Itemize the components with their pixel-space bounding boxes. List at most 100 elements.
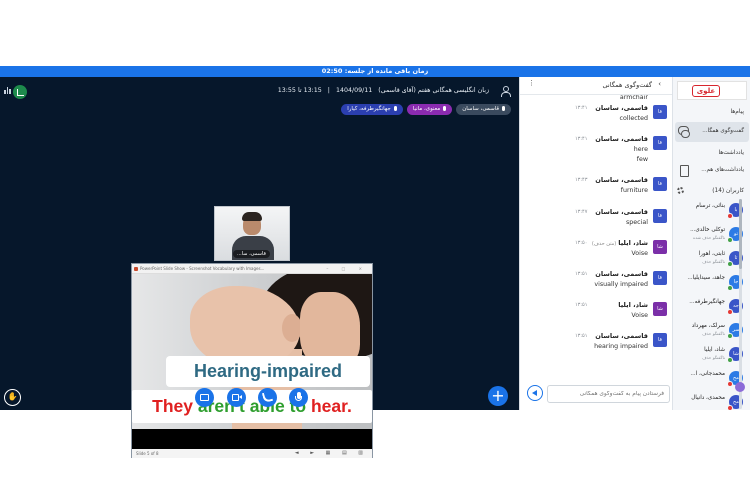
sidebar-item-shared-notes[interactable]: یادداشت‌های هم... [675,161,749,181]
chat-message: قا قاسمی، ساسان ۱۳:۵۱ hearing impaired [527,332,667,362]
chat-message: قا قاسمی، ساسان ۱۳:۴۷ special [527,208,667,238]
sidebar-item-public-chat[interactable]: گفت‌وگوی همگا... [675,122,749,142]
message-text: armchair [619,95,648,101]
slide-heading: Hearing-impaired [193,361,343,381]
chevron-left-icon[interactable]: ‹ [658,80,661,88]
actions-plus-button[interactable]: + [488,386,508,406]
slide-sentence: They aren't able to hear. [152,396,352,416]
session-timer: زمان باقی مانده از جلسه: 02:50 [0,66,750,77]
chat-input[interactable] [547,385,670,403]
user-status: ناگفتگو حذف [702,355,725,360]
slide-heading-box: Hearing-impaired [166,356,370,387]
window-controls[interactable]: – □ × [326,264,368,273]
status-dot [727,333,733,339]
note-icon [678,165,689,177]
chat-message: قا قاسمی، ساسان ۱۳:۵۱ visually impaired [527,270,667,300]
chat-messages[interactable]: armchair قا قاسمی، ساسان ۱۳:۴۱ collected قا قا… [520,95,673,381]
message-time: ۱۳:۴۷ [575,209,588,215]
session-title: زبان انگلیسی همگانی هفتم (آقای قاسمی) [378,87,489,94]
mic-icon [443,105,447,111]
user-name: ثابتی، اهورا [698,251,725,257]
webcam-video[interactable]: قاسمی، سا... [214,206,290,261]
message-author: شاد، ایلیا [618,301,648,309]
audio-button[interactable] [258,388,277,407]
monitor-icon [200,394,209,401]
message-text: Voise [631,312,648,319]
messages-section-title: پیام‌ها [730,109,744,115]
share-screen-button[interactable] [195,388,214,407]
avatar[interactable]: قا [653,177,667,191]
avatar[interactable]: قا [653,271,667,285]
message-time: ۱۳:۵۱ [575,333,588,339]
user-status: ناگفتگو حذف [702,259,725,264]
slide-sentence-box: They aren't able to hear. [132,390,372,423]
status-dot [727,309,733,315]
user-list-scrollbar[interactable] [739,199,742,409]
avatar[interactable]: قا [653,136,667,150]
user-name: محمدی، دانیال [691,395,725,401]
message-time: ۱۳:۵۰ [575,240,588,246]
presentation-slide[interactable]: PowerPoint Slide Show - Screenshot Vocab… [131,263,373,458]
avatar[interactable]: شا [653,240,667,254]
message-author: قاسمی، ساسان [595,176,648,184]
message-author: قاسمی، ساسان [595,270,648,278]
message-author: شاد، ایلیا(متن حذف) [591,239,648,247]
app-badge [735,382,745,392]
talker-chip[interactable]: جهانگیرطرفه، کیارا [341,104,403,115]
status-dot [727,237,733,243]
send-button[interactable] [527,385,543,401]
status-dot [727,405,733,410]
chat-composer [520,385,673,410]
slide-nav-controls[interactable]: ◄ ► ▦ ▤ ▥ [295,449,368,458]
avatar[interactable]: قا [653,209,667,223]
avatar[interactable]: شا [653,302,667,316]
message-text: furniture [620,187,648,194]
connection-stats-button[interactable] [13,85,27,99]
user-name: بنائی، ترسام [695,203,725,209]
user-list-item[interactable]: جا جاهد، سیدایلیا... [675,273,749,295]
chat-message: قا قاسمی، ساسان ۱۳:۴۱ collected [527,104,667,134]
plus-icon: + [491,386,505,405]
chat-message: قا قاسمی، ساسان ۱۳:۴۳ furniture [527,176,667,206]
user-list-item[interactable]: تو توکلی خالدی... ناگفتگو حذف شده [675,225,749,247]
message-text: collected [619,115,649,122]
user-list-item[interactable]: سر سرلک، مهرداد ناگفتگو حذف [675,321,749,343]
session-info: زبان انگلیسی همگانی هفتم (آقای قاسمی) 14… [276,87,491,94]
gear-icon[interactable] [677,187,684,194]
kebab-menu-icon[interactable]: ⋮ [528,80,535,87]
avatar[interactable]: قا [653,105,667,119]
brand-logo: علوی [677,81,747,100]
slide-window-bar: PowerPoint Slide Show - Screenshot Vocab… [132,264,372,274]
message-text: Voise [631,250,648,257]
user-list-item[interactable]: ثا ثابتی، اهورا ناگفتگو حذف [675,249,749,271]
kebab-menu-icon[interactable] [4,86,11,94]
user-status: ناگفتگو حذف [702,331,725,336]
status-dot [727,357,733,363]
slide-photo: Hearing-impaired They aren't able to hea… [132,274,372,429]
user-icon[interactable] [500,86,511,97]
message-author: قاسمی، ساسان [595,104,648,112]
user-name: محمدجانی، ا... [690,371,725,377]
message-time: ۱۳:۴۱ [575,136,588,142]
talker-chip[interactable]: معنوی، مانیا [406,104,453,115]
microphone-button[interactable] [289,388,308,407]
raise-hand-button[interactable]: ✋ [4,389,21,406]
users-section-title: کاربران (14) [712,188,744,194]
avatar[interactable]: قا [653,333,667,347]
message-text: visually impaired [594,281,648,288]
chat-message: قا قاسمی، ساسان ۱۳:۴۱ here few [527,135,667,165]
user-list-item[interactable]: جه جهانگیرطرفه... [675,297,749,319]
user-list-item[interactable]: با بنائی، ترسام [675,201,749,223]
message-author: قاسمی، ساسان [595,332,648,340]
user-list-item[interactable]: شا شاد، ایلیا ناگفتگو حذف [675,345,749,367]
notes-section-title: یادداشت‌ها [718,150,744,156]
user-name: سرلک، مهرداد [691,323,725,329]
status-dot [727,381,733,387]
status-dot [727,261,733,267]
talker-chip[interactable]: قاسمی، ساسان [456,104,511,115]
message-text: here [633,146,648,153]
message-time: ۱۳:۴۱ [575,105,588,111]
camera-icon [232,394,239,401]
user-list-item[interactable]: مح محمدی، دانیال [675,393,749,410]
camera-button[interactable] [227,388,246,407]
